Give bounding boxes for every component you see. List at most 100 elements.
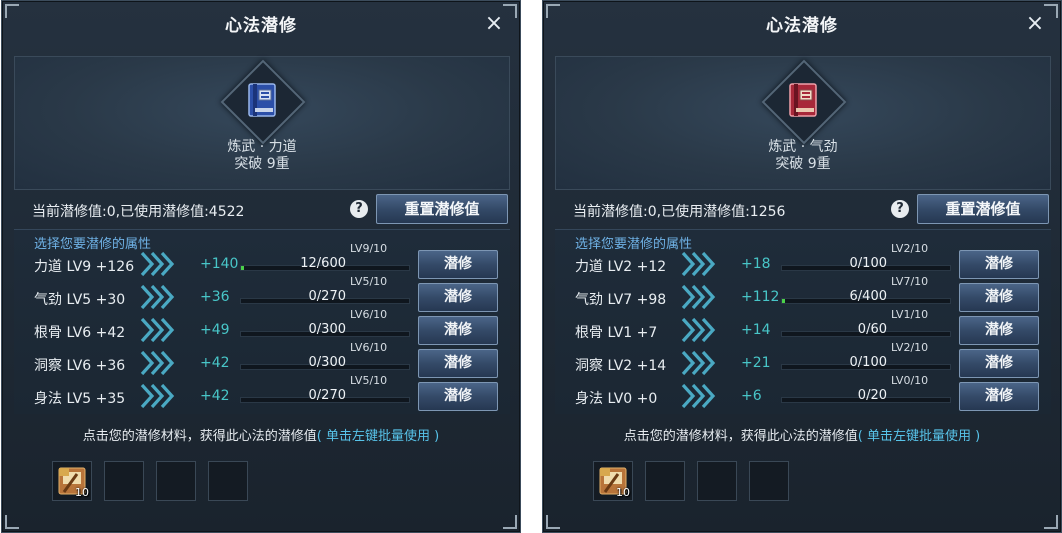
train-button[interactable]: 潜修 bbox=[418, 283, 498, 312]
points-status: 当前潜修值:0,已使用潜修值:1256 bbox=[573, 204, 786, 220]
train-button[interactable]: 潜修 bbox=[418, 349, 498, 378]
chevron-right-icon bbox=[681, 251, 716, 277]
attribute-bonus: +42 bbox=[200, 355, 230, 371]
title-bar[interactable]: 心法潜修 × bbox=[543, 1, 1061, 47]
window-title: 心法潜修 bbox=[766, 16, 838, 36]
material-slot-empty[interactable] bbox=[208, 461, 248, 501]
close-icon[interactable]: × bbox=[482, 12, 506, 36]
red-book-icon[interactable] bbox=[782, 78, 826, 122]
train-button[interactable]: 潜修 bbox=[959, 283, 1039, 312]
book-breakthrough: 突破 9重 bbox=[234, 156, 290, 172]
attribute-section: 选择您要潜修的属性 力道 LV9 +126 +140 LV9/10 12/600… bbox=[14, 229, 510, 414]
batch-use-link[interactable]: ( 单击左键批量使用 ) bbox=[858, 429, 980, 444]
progress-text: 0/300 bbox=[308, 322, 346, 337]
help-icon[interactable]: ? bbox=[350, 200, 368, 218]
attribute-level: LV7/10 bbox=[891, 275, 929, 288]
chevron-right-icon bbox=[140, 350, 175, 376]
attribute-level: LV1/10 bbox=[891, 308, 929, 321]
chevron-right-icon bbox=[681, 383, 716, 409]
close-icon[interactable]: × bbox=[1023, 12, 1047, 36]
attribute-level: LV5/10 bbox=[350, 374, 388, 387]
train-button[interactable]: 潜修 bbox=[418, 250, 498, 279]
attribute-name: 根骨 LV1 +7 bbox=[575, 325, 658, 341]
attribute-bonus: +21 bbox=[741, 355, 771, 371]
progress-text: 0/100 bbox=[849, 355, 887, 370]
panel-2: 心法潜修 × 炼武 · 气劲 突破 9重 当前潜修值:0,已使用潜修值:1256… bbox=[542, 0, 1062, 533]
usage-hint: 点击您的潜修材料，获得此心法的潜修值( 单击左键批量使用 ) bbox=[623, 429, 981, 444]
book-header: 炼武 · 力道 突破 9重 bbox=[14, 56, 510, 190]
attribute-level: LV5/10 bbox=[350, 275, 388, 288]
attribute-name: 气劲 LV5 +30 bbox=[34, 292, 126, 308]
attribute-row: 洞察 LV2 +14 +21 LV2/10 0/100 潜修 bbox=[555, 341, 1051, 380]
title-bar[interactable]: 心法潜修 × bbox=[2, 1, 520, 47]
attribute-bonus: +112 bbox=[741, 289, 780, 305]
progress-text: 0/300 bbox=[308, 355, 346, 370]
attribute-name: 洞察 LV6 +36 bbox=[34, 358, 126, 374]
attribute-name: 气劲 LV7 +98 bbox=[575, 292, 667, 308]
train-button[interactable]: 潜修 bbox=[959, 316, 1039, 345]
material-slot-empty[interactable] bbox=[749, 461, 789, 501]
attribute-row: 根骨 LV6 +42 +49 LV6/10 0/300 潜修 bbox=[14, 308, 510, 347]
attribute-row: 气劲 LV7 +98 +112 LV7/10 6/400 潜修 bbox=[555, 275, 1051, 314]
attribute-name: 力道 LV9 +126 bbox=[34, 259, 135, 275]
attribute-level: LV2/10 bbox=[891, 242, 929, 255]
progress-text: 12/600 bbox=[300, 256, 346, 271]
chevron-right-icon bbox=[140, 383, 175, 409]
attribute-level: LV2/10 bbox=[891, 341, 929, 354]
attribute-row: 力道 LV9 +126 +140 LV9/10 12/600 潜修 bbox=[14, 242, 510, 281]
train-button[interactable]: 潜修 bbox=[959, 382, 1039, 411]
attribute-row: 洞察 LV6 +36 +42 LV6/10 0/300 潜修 bbox=[14, 341, 510, 380]
train-button[interactable]: 潜修 bbox=[959, 349, 1039, 378]
attribute-bonus: +49 bbox=[200, 322, 230, 338]
chevron-right-icon bbox=[140, 317, 175, 343]
attribute-name: 力道 LV2 +12 bbox=[575, 259, 667, 275]
attribute-row: 身法 LV0 +0 +6 LV0/10 0/20 潜修 bbox=[555, 374, 1051, 413]
help-icon[interactable]: ? bbox=[891, 200, 909, 218]
progress-text: 6/400 bbox=[849, 289, 887, 304]
usage-hint: 点击您的潜修材料，获得此心法的潜修值( 单击左键批量使用 ) bbox=[82, 429, 440, 444]
window-title: 心法潜修 bbox=[225, 16, 297, 36]
attribute-bonus: +42 bbox=[200, 388, 230, 404]
attribute-name: 洞察 LV2 +14 bbox=[575, 358, 667, 374]
attribute-bonus: +6 bbox=[741, 388, 762, 404]
progress-text: 0/100 bbox=[849, 256, 887, 271]
progress-text: 0/270 bbox=[308, 388, 346, 403]
chevron-right-icon bbox=[140, 251, 175, 277]
train-button[interactable]: 潜修 bbox=[418, 316, 498, 345]
attribute-row: 气劲 LV5 +30 +36 LV5/10 0/270 潜修 bbox=[14, 275, 510, 314]
material-slot[interactable]: 10 bbox=[52, 461, 92, 501]
chevron-right-icon bbox=[681, 284, 716, 310]
reset-points-button[interactable]: 重置潜修值 bbox=[376, 194, 508, 224]
material-count: 10 bbox=[616, 486, 630, 499]
material-slot-empty[interactable] bbox=[156, 461, 196, 501]
material-slot-empty[interactable] bbox=[645, 461, 685, 501]
progress-text: 0/270 bbox=[308, 289, 346, 304]
material-count: 10 bbox=[75, 486, 89, 499]
attribute-bonus: +36 bbox=[200, 289, 230, 305]
book-breakthrough: 突破 9重 bbox=[775, 156, 831, 172]
attribute-row: 力道 LV2 +12 +18 LV2/10 0/100 潜修 bbox=[555, 242, 1051, 281]
attribute-name: 身法 LV5 +35 bbox=[34, 391, 126, 407]
progress-text: 0/20 bbox=[857, 388, 887, 403]
train-button[interactable]: 潜修 bbox=[959, 250, 1039, 279]
chevron-right-icon bbox=[681, 350, 716, 376]
batch-use-link[interactable]: ( 单击左键批量使用 ) bbox=[317, 429, 439, 444]
attribute-name: 身法 LV0 +0 bbox=[575, 391, 658, 407]
train-button[interactable]: 潜修 bbox=[418, 382, 498, 411]
attribute-name: 根骨 LV6 +42 bbox=[34, 325, 126, 341]
material-slot-empty[interactable] bbox=[104, 461, 144, 501]
attribute-row: 身法 LV5 +35 +42 LV5/10 0/270 潜修 bbox=[14, 374, 510, 413]
attribute-bonus: +140 bbox=[200, 256, 239, 272]
attribute-level: LV0/10 bbox=[891, 374, 929, 387]
material-slot-empty[interactable] bbox=[697, 461, 737, 501]
reset-points-button[interactable]: 重置潜修值 bbox=[917, 194, 1049, 224]
material-slot[interactable]: 10 bbox=[593, 461, 633, 501]
attribute-bonus: +14 bbox=[741, 322, 771, 338]
chevron-right-icon bbox=[140, 284, 175, 310]
attribute-row: 根骨 LV1 +7 +14 LV1/10 0/60 潜修 bbox=[555, 308, 1051, 347]
blue-book-icon[interactable] bbox=[241, 78, 285, 122]
panel-1: 心法潜修 × 炼武 · 力道 突破 9重 当前潜修值:0,已使用潜修值:4522… bbox=[1, 0, 521, 533]
chevron-right-icon bbox=[681, 317, 716, 343]
attribute-level: LV6/10 bbox=[350, 308, 388, 321]
attribute-level: LV6/10 bbox=[350, 341, 388, 354]
